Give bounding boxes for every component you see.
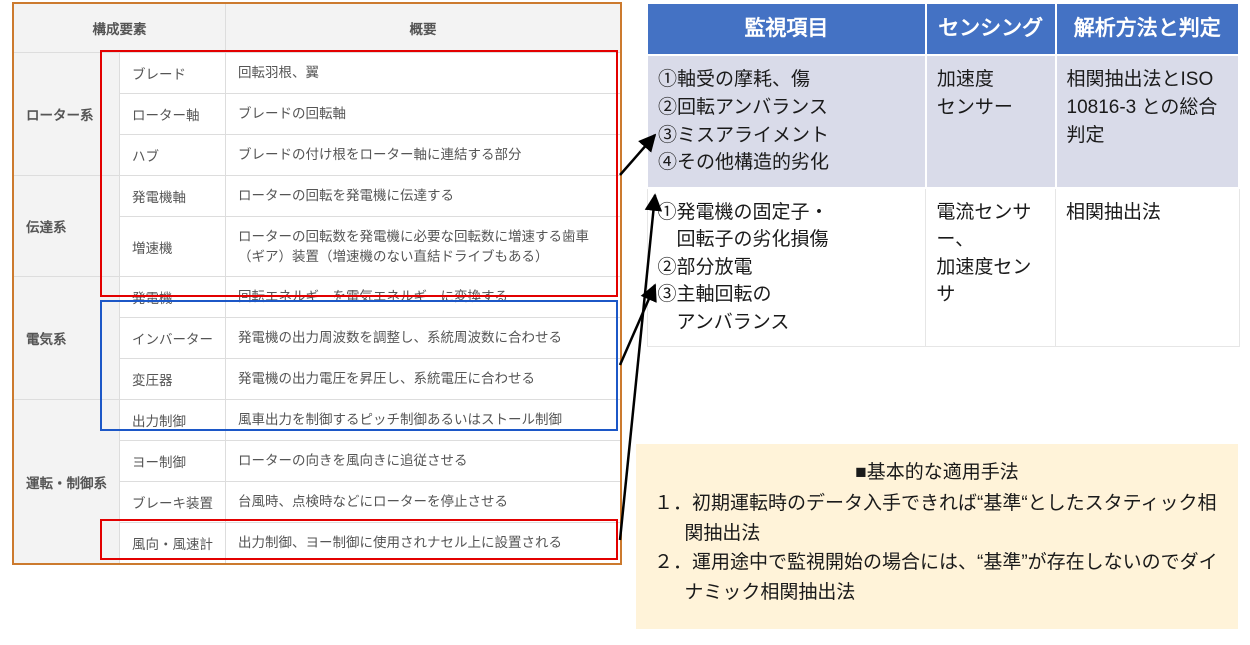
table-row: ローター系 ブレード 回転羽根、翼 <box>13 53 621 94</box>
group-control: 運転・制御系 <box>13 400 120 565</box>
table-row: 運転・制御系 出力制御 風車出力を制御するピッチ制御あるいはストール制御 <box>13 400 621 441</box>
sensing-2: 電流センサー、加速度センサ <box>926 188 1056 347</box>
note-item-1: １．初期運転時のデータ入手できれば“基準“としたスタティック相関抽出法 <box>654 489 1220 548</box>
note-title: ■基本的な適用手法 <box>654 458 1220 487</box>
table-row: ①発電機の固定子・ 回転子の劣化損傷②部分放電③主軸回転の アンバランス 電流セ… <box>647 188 1239 347</box>
analysis-2: 相関抽出法 <box>1056 188 1240 347</box>
table-row: 電気系 発電機 回転エネルギーを電気エネルギーに変換する <box>13 277 621 318</box>
note-item-2: ２．運用途中で監視開始の場合には、“基準”が存在しないのでダイナミック相関抽出法 <box>654 548 1220 607</box>
table-row: 伝達系 発電機軸 ローターの回転を発電機に伝達する <box>13 176 621 217</box>
header-sensing: センシング <box>926 3 1056 55</box>
header-overview: 概要 <box>226 3 622 53</box>
application-method-note: ■基本的な適用手法 １．初期運転時のデータ入手できれば“基準“としたスタティック… <box>636 444 1238 629</box>
component-overview-table: 構成要素 概要 ローター系 ブレード 回転羽根、翼 ローター軸 ブレードの回転軸… <box>12 2 622 565</box>
group-electrical: 電気系 <box>13 277 120 400</box>
header-component: 構成要素 <box>13 3 226 53</box>
analysis-1: 相関抽出法とISO 10816-3 との総合判定 <box>1056 55 1240 187</box>
group-transmission: 伝達系 <box>13 176 120 277</box>
header-analysis: 解析方法と判定 <box>1056 3 1240 55</box>
monitor-items-2: ①発電機の固定子・ 回転子の劣化損傷②部分放電③主軸回転の アンバランス <box>647 188 926 347</box>
monitoring-table: 監視項目 センシング 解析方法と判定 ①軸受の摩耗、傷②回転アンバランス③ミスア… <box>646 2 1240 347</box>
monitor-items-1: ①軸受の摩耗、傷②回転アンバランス③ミスアライメント④その他構造的劣化 <box>647 55 926 187</box>
group-rotor: ローター系 <box>13 53 120 176</box>
table-row: ①軸受の摩耗、傷②回転アンバランス③ミスアライメント④その他構造的劣化 加速度セ… <box>647 55 1239 187</box>
header-monitor: 監視項目 <box>647 3 926 55</box>
sensing-1: 加速度センサー <box>926 55 1056 187</box>
